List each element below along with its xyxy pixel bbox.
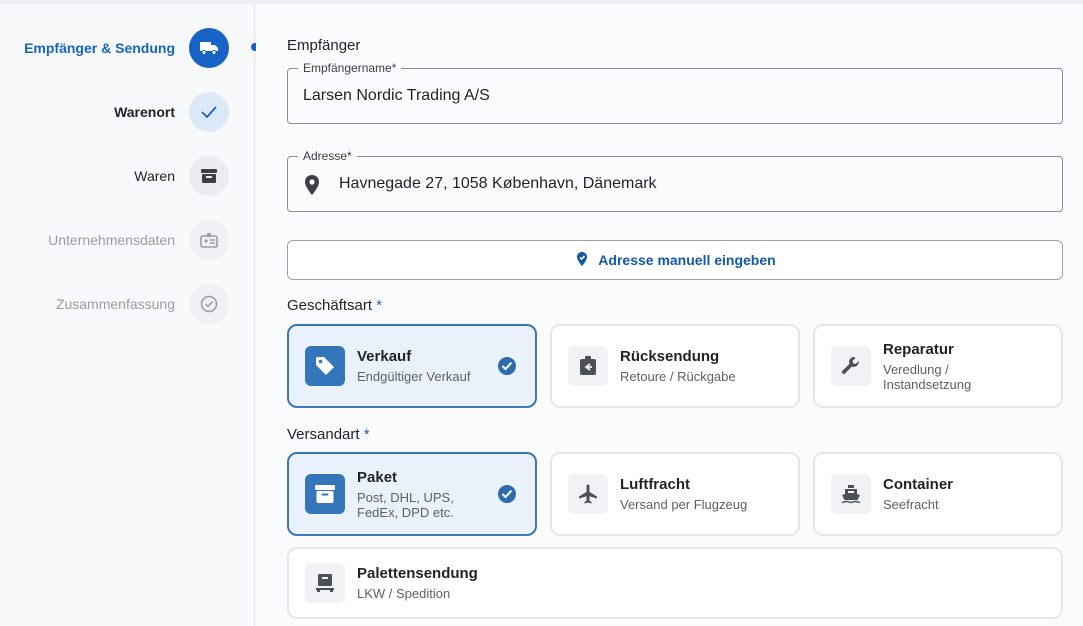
required-mark: * — [376, 297, 383, 314]
option-title: Verkauf — [357, 348, 412, 365]
shipping-option-container[interactable]: Container Seefracht — [813, 452, 1063, 536]
step-label: Empfänger & Sendung — [24, 40, 175, 56]
step-empfaenger-sendung[interactable]: Empfänger & Sendung — [24, 28, 229, 68]
shipping-option-luftfracht[interactable]: Luftfracht Versand per Flugzeug — [550, 452, 800, 536]
option-subtitle: Retoure / Rückgabe — [620, 369, 736, 384]
business-option-ruecksendung[interactable]: Rücksendung Retoure / Rückgabe — [550, 324, 800, 408]
recipient-name-value: Larsen Nordic Trading A/S — [303, 87, 490, 104]
shipping-option-paket[interactable]: Paket Post, DHL, UPS, FedEx, DPD etc. — [287, 452, 537, 536]
address-value: Havnegade 27, 1058 København, Dänemark — [339, 175, 657, 192]
stepper-sidebar: Empfänger & Sendung Warenort Waren Unter… — [0, 4, 255, 626]
field-label: Adresse* — [298, 149, 357, 163]
selected-check-icon — [497, 484, 517, 504]
recipient-name-field[interactable]: Empfängername* Larsen Nordic Trading A/S — [287, 61, 1063, 124]
location-pin-icon — [303, 174, 321, 196]
step-label: Zusammenfassung — [55, 296, 175, 312]
main-form: Empfänger Empfängername* Larsen Nordic T… — [256, 4, 1083, 626]
field-label: Empfängername* — [298, 61, 402, 75]
option-subtitle: Post, DHL, UPS, FedEx, DPD etc. — [357, 489, 454, 520]
step-zusammenfassung[interactable]: Zusammenfassung — [56, 284, 229, 324]
package-icon — [305, 474, 345, 514]
pallet-icon — [305, 563, 345, 603]
business-type-label: Geschäftsart * — [287, 297, 382, 314]
option-subtitle: Versand per Flugzeug — [620, 497, 748, 512]
manual-address-label: Adresse manuell eingeben — [598, 252, 776, 268]
option-subtitle: Endgültiger Verkauf — [357, 369, 471, 384]
required-mark: * — [363, 426, 370, 443]
selected-check-icon — [497, 356, 517, 376]
business-option-reparatur[interactable]: Reparatur Veredlung / Instandsetzung — [813, 324, 1063, 408]
wrench-icon — [831, 346, 871, 386]
check-icon — [189, 92, 229, 132]
manual-address-button[interactable]: Adresse manuell eingeben — [287, 240, 1063, 280]
step-unternehmensdaten[interactable]: Unternehmensdaten — [48, 220, 229, 260]
return-box-icon — [568, 346, 608, 386]
option-title: Rücksendung — [620, 348, 720, 365]
business-option-verkauf[interactable]: Verkauf Endgültiger Verkauf — [287, 324, 537, 408]
step-warenort[interactable]: Warenort — [114, 92, 229, 132]
tag-icon — [305, 346, 345, 386]
option-title: Palettensendung — [357, 565, 478, 582]
archive-box-icon — [189, 156, 229, 196]
address-field[interactable]: Adresse* Havnegade 27, 1058 København, D… — [287, 149, 1063, 212]
shipping-option-palettensendung[interactable]: Palettensendung LKW / Spedition — [287, 547, 1063, 619]
step-label: Warenort — [114, 104, 175, 120]
option-subtitle: Seefracht — [883, 497, 939, 512]
ship-icon — [831, 474, 871, 514]
section-title: Empfänger — [287, 37, 361, 54]
option-subtitle: Veredlung / Instandsetzung — [883, 361, 972, 392]
option-title: Container — [883, 476, 954, 493]
check-circle-icon — [189, 284, 229, 324]
airplane-icon — [568, 474, 608, 514]
option-title: Luftfracht — [620, 476, 690, 493]
step-waren[interactable]: Waren — [134, 156, 229, 196]
step-label: Unternehmensdaten — [48, 232, 175, 248]
option-title: Paket — [357, 468, 398, 486]
map-edit-icon — [574, 251, 590, 270]
shipping-type-label: Versandart * — [287, 426, 370, 443]
shipping-type-label-text: Versandart — [287, 426, 360, 443]
business-type-label-text: Geschäftsart — [287, 297, 373, 314]
truck-icon — [189, 28, 229, 68]
option-title: Reparatur — [883, 340, 954, 358]
step-label: Waren — [134, 168, 175, 184]
option-subtitle: LKW / Spedition — [357, 586, 451, 601]
id-badge-icon — [189, 220, 229, 260]
